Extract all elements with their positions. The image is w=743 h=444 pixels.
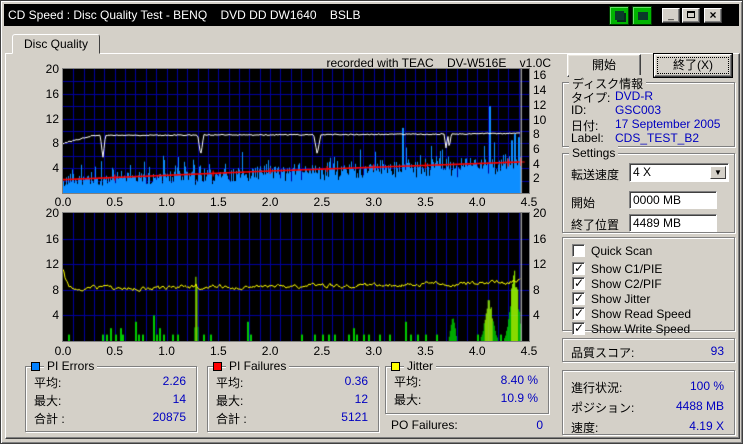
checkbox-label: Show Write Speed: [591, 322, 691, 336]
pi-errors-chart[interactable]: [62, 68, 530, 194]
position-value: 4488 MB: [675, 399, 724, 413]
speed-value: 4 X: [633, 165, 652, 179]
pi-failures-swatch-icon: [213, 362, 222, 371]
pi-failures-stats-box: PI Failures 平均: 0.36 最大: 12 合計 : 5121: [207, 359, 379, 432]
checkbox-label: Show Read Speed: [591, 307, 692, 321]
end-pos-label: 終了位置: [571, 218, 620, 232]
max-label: 最大:: [216, 394, 244, 408]
settings-group: Settings 転送速度 4 X ▼ 開始 終了位置: [562, 146, 735, 233]
avg-value: 0.36: [344, 374, 368, 388]
progress-label: 進行状況:: [571, 381, 623, 395]
start-button[interactable]: 開始: [567, 54, 641, 77]
avg-label: 平均:: [394, 375, 422, 389]
disc-label-value: CDS_TEST_B2: [615, 131, 700, 145]
options-group: Quick Scan Show C1/PIE Show C2/PIF Show …: [562, 237, 735, 336]
checkbox-label: Show C2/PIF: [591, 277, 662, 291]
pi-errors-title: PI Errors: [44, 359, 98, 373]
total-value: 20875: [152, 410, 186, 424]
po-failures-label: PO Failures:: [391, 418, 458, 432]
avg-label: 平均:: [34, 376, 62, 390]
checkbox-icon[interactable]: [572, 276, 585, 290]
checkbox-icon[interactable]: [572, 321, 585, 335]
progress-value: 100 %: [689, 379, 724, 393]
disc-id-label: ID:: [571, 103, 587, 117]
position-label: ポジション:: [571, 401, 635, 415]
title-bar: CD Speed : Disc Quality Test - BENQ DVD …: [4, 4, 739, 26]
start-pos-label: 開始: [571, 196, 596, 210]
max-value: 12: [354, 392, 368, 406]
avg-value: 2.26: [162, 374, 186, 388]
checkbox-label: Quick Scan: [591, 244, 653, 258]
settings-title: Settings: [569, 146, 619, 160]
maximize-button[interactable]: [682, 8, 700, 23]
speed-status-label: 速度:: [571, 421, 599, 435]
minimize-button[interactable]: _: [662, 8, 680, 23]
copy-icon: [615, 11, 624, 20]
disc-id-value: GSC003: [615, 103, 662, 117]
close-button[interactable]: ×: [704, 8, 722, 23]
checkbox-icon[interactable]: [572, 291, 585, 305]
speed-combobox[interactable]: 4 X ▼: [629, 163, 729, 182]
checkbox-icon[interactable]: [572, 261, 585, 275]
cdspeed-save-icon-button[interactable]: [632, 6, 652, 25]
exit-button[interactable]: 終了(X): [654, 54, 732, 77]
jitter-swatch-icon: [391, 362, 400, 371]
max-value: 10.9 %: [500, 391, 538, 405]
pi-failures-jitter-chart[interactable]: [62, 212, 530, 342]
avg-label: 平均:: [216, 376, 244, 390]
total-label: 合計 :: [34, 412, 65, 426]
pi-errors-stats-box: PI Errors 平均: 2.26 最大: 14 合計 : 20875: [25, 359, 197, 432]
max-label: 最大:: [394, 393, 422, 407]
disc-label-label: Label:: [571, 131, 604, 145]
checkbox-icon[interactable]: [572, 244, 585, 257]
disc-type-value: DVD-R: [615, 89, 653, 103]
pi-failures-title: PI Failures: [226, 359, 290, 373]
max-value: 14: [172, 392, 186, 406]
quality-score-label: 品質スコア:: [571, 346, 635, 360]
disc-date-value: 17 September 2005: [615, 117, 721, 131]
quality-score-value: 93: [710, 344, 724, 358]
cdspeed-copy-icon-button[interactable]: [609, 6, 629, 25]
window-title: CD Speed : Disc Quality Test - BENQ DVD …: [8, 8, 361, 22]
po-failures-value: 0: [536, 418, 543, 432]
jitter-title: Jitter: [404, 359, 437, 373]
chevron-down-icon[interactable]: ▼: [710, 166, 726, 179]
quality-score-box: 品質スコア: 93: [562, 338, 735, 362]
end-pos-input[interactable]: [629, 214, 717, 232]
checkbox-icon[interactable]: [572, 306, 585, 320]
checkbox-label: Show C1/PIE: [591, 262, 663, 276]
pi-errors-swatch-icon: [31, 362, 40, 371]
avg-value: 8.40 %: [500, 373, 538, 387]
total-value: 5121: [341, 410, 368, 424]
start-pos-input[interactable]: [629, 191, 717, 209]
speed-status-value: 4.19 X: [689, 419, 724, 433]
disk-icon: [638, 12, 648, 20]
po-failures-row: PO Failures: 0: [391, 418, 543, 432]
speed-label: 転送速度: [571, 168, 620, 182]
tab-disc-quality[interactable]: Disc Quality: [12, 34, 100, 54]
checkbox-label: Show Jitter: [591, 292, 651, 306]
jitter-stats-box: Jitter 平均: 8.40 % 最大: 10.9 %: [385, 359, 549, 414]
max-label: 最大:: [34, 394, 62, 408]
app-window: CD Speed : Disc Quality Test - BENQ DVD …: [0, 0, 743, 444]
disc-info-group: ディスク情報 タイプ: DVD-R ID: GSC003 日付: 17 Septemb…: [562, 75, 735, 147]
maximize-icon: [687, 11, 695, 18]
total-label: 合計 :: [216, 412, 247, 426]
progress-box: 進行状況: 100 % ポジション: 4488 MB 速度: 4.19 X: [562, 370, 735, 435]
